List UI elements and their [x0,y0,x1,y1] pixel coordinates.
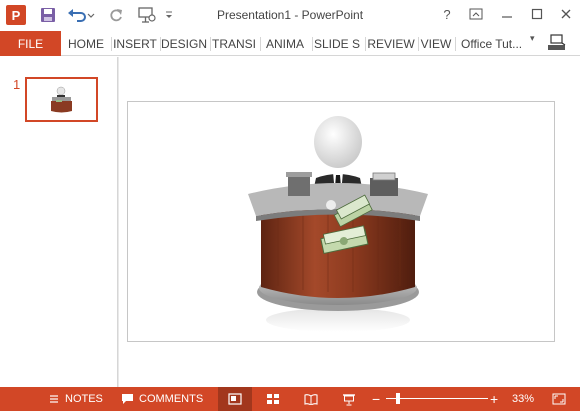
help-icon[interactable]: ? [436,4,458,24]
tab-home[interactable]: HOME [65,31,107,56]
close-icon[interactable] [555,4,577,24]
slide-show-view-button[interactable] [332,387,366,411]
slide-number: 1 [13,77,21,92]
tab-transitions[interactable]: TRANSI [211,31,257,56]
notes-label: NOTES [65,393,103,405]
title-bar: P Presentation1 - PowerPoint ? [0,0,580,31]
slide-editing-area [119,57,580,387]
status-bar: NOTES COMMENTS − + 33% [0,387,580,411]
comments-label: COMMENTS [139,393,204,405]
tab-review[interactable]: REVIEW [366,31,416,56]
reading-view-button[interactable] [294,387,328,411]
tab-design[interactable]: DESIGN [161,31,207,56]
minimize-icon[interactable] [496,4,518,24]
fit-to-window-icon [552,393,566,405]
ribbon-tab-row: FILE HOME INSERT DESIGN TRANSI ANIMA SLI… [0,31,580,56]
slide-sorter-view-button[interactable] [256,387,290,411]
normal-view-icon [228,393,242,405]
tab-slide-show[interactable]: SLIDE S [313,31,361,56]
tab-file[interactable]: FILE [0,31,61,56]
zoom-percent[interactable]: 33% [512,387,534,411]
comments-icon [122,394,133,404]
fit-slide-button[interactable] [552,387,566,411]
zoom-slider-track[interactable] [386,398,488,399]
account-caret-icon[interactable]: ▾ [530,33,535,44]
comments-button[interactable]: COMMENTS [121,387,203,411]
tab-view[interactable]: VIEW [419,31,453,56]
window-title: Presentation1 - PowerPoint [216,8,364,22]
normal-view-button[interactable] [218,387,252,411]
slide-canvas[interactable] [127,101,555,342]
tab-animations[interactable]: ANIMA [261,31,309,56]
account-avatar-icon[interactable] [546,33,568,53]
slide-show-icon [343,393,355,405]
zoom-out-button[interactable]: − [372,387,380,411]
slide-thumbnail[interactable] [25,77,98,122]
workspace: 1 [0,57,580,387]
tab-separator [455,37,456,51]
thumbnail-pane: 1 [0,57,118,387]
ribbon-display-options-icon[interactable] [465,4,487,24]
slide-sorter-icon [267,394,279,404]
notes-button[interactable]: NOTES [48,387,103,411]
slide-illustration [248,116,428,332]
zoom-in-button[interactable]: + [490,387,498,411]
tab-insert[interactable]: INSERT [112,31,158,56]
reading-view-icon [304,394,318,405]
maximize-icon[interactable] [526,4,548,24]
zoom-slider-thumb[interactable] [396,393,400,404]
notes-icon [50,395,58,403]
account-name[interactable]: Office Tut... [461,31,522,56]
